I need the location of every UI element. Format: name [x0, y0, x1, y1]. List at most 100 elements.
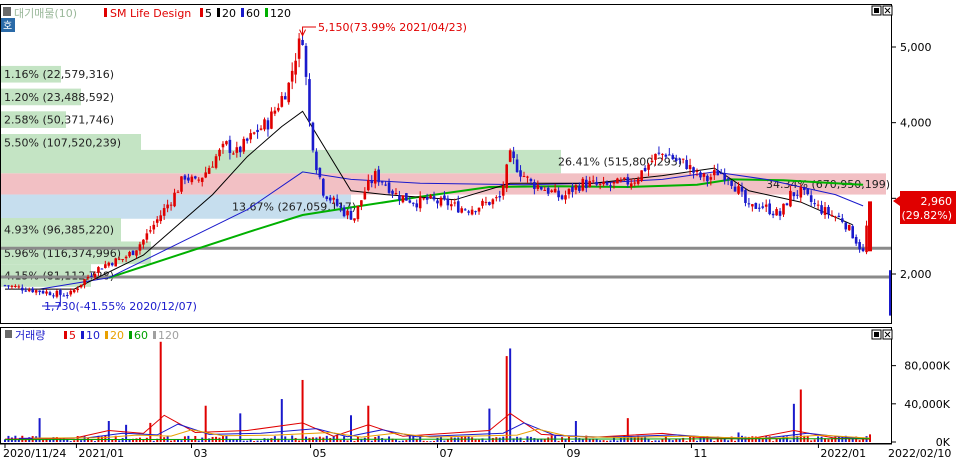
candle-body: [834, 216, 837, 218]
candle-body: [232, 153, 235, 155]
candle-body: [789, 190, 792, 207]
volume-icon: [5, 330, 12, 338]
candle-body: [322, 178, 325, 196]
candle-body: [34, 290, 38, 293]
volume-bar: [616, 440, 619, 442]
candle-body: [7, 285, 10, 287]
candle-body: [816, 204, 820, 206]
volume-bar: [602, 440, 605, 442]
candle-body: [647, 164, 650, 170]
candle-body: [405, 193, 408, 201]
x-tick-label: 2020/11/24: [3, 447, 66, 460]
candle-body: [526, 176, 529, 178]
volume-ma-label: 60: [134, 329, 148, 342]
volume-bar: [197, 440, 200, 442]
ma-legend-label: 120: [270, 7, 291, 20]
volume-bar: [626, 418, 629, 442]
candle-body: [207, 168, 211, 174]
candle-body: [436, 200, 439, 204]
candle-body: [408, 200, 412, 203]
volume-bar: [350, 415, 352, 442]
volume-bar: [287, 440, 290, 442]
volume-bar: [429, 441, 432, 442]
candle-body: [626, 177, 630, 185]
candle-body: [290, 70, 294, 82]
candle-body: [439, 197, 443, 206]
candle-body: [533, 182, 536, 190]
volume-bar: [298, 440, 301, 442]
volume-bar: [523, 441, 525, 442]
volume-bar: [609, 440, 612, 442]
supply-zone-label: 1.16% (22,579,316): [4, 68, 114, 81]
candle-body: [602, 181, 605, 185]
candle-body: [308, 79, 311, 122]
volume-bar: [702, 437, 705, 442]
candle-body: [315, 151, 318, 171]
candle-body: [574, 185, 578, 190]
volume-bar: [353, 440, 356, 442]
candle-body: [609, 185, 612, 187]
ma-legend-marker: [265, 8, 268, 17]
candle-body: [138, 244, 142, 251]
volume-bar: [152, 440, 155, 442]
candle-body: [636, 178, 640, 184]
candle-body: [657, 152, 661, 154]
candle-body: [325, 196, 329, 200]
volume-ma-marker: [105, 331, 108, 339]
candle-body: [702, 173, 706, 177]
volume-bar: [671, 440, 674, 442]
volume-bar: [294, 437, 297, 442]
candle-body: [422, 198, 425, 200]
volume-bar: [177, 439, 179, 442]
candle-body: [62, 295, 66, 297]
candle-body: [643, 167, 647, 172]
candle-body: [578, 185, 581, 191]
candle-body: [799, 186, 803, 198]
candle-body: [456, 201, 460, 213]
ma-legend-label: 5: [205, 7, 212, 20]
candle-body: [259, 128, 263, 130]
supply-zone-label: 4.93% (96,385,220): [4, 224, 114, 237]
candle-body: [162, 208, 166, 216]
candle-body: [470, 209, 474, 215]
volume-bar: [519, 437, 522, 442]
volume-bar: [301, 379, 304, 442]
x-tick-label: 07: [440, 447, 454, 460]
candle-body: [757, 207, 761, 209]
candle-body: [180, 176, 183, 192]
x-tick-label: 03: [193, 447, 207, 460]
volume-bar: [561, 437, 564, 442]
candle-body: [495, 197, 498, 199]
stock-name: SM Life Design: [110, 7, 191, 20]
candle-body: [446, 198, 450, 206]
candle-body: [536, 185, 540, 189]
candle-body: [280, 96, 284, 107]
ma-legend-label: 60: [246, 7, 260, 20]
candle-body: [169, 204, 173, 206]
candle-body: [221, 143, 225, 148]
volume-bar: [329, 437, 332, 442]
candle-body: [737, 186, 740, 194]
volume-bar: [80, 440, 83, 442]
candle-body: [619, 180, 623, 182]
candle-body: [360, 200, 363, 206]
candle-body: [498, 196, 502, 198]
candle-body: [24, 290, 28, 292]
candle-body: [370, 180, 374, 184]
candle-body: [661, 153, 664, 155]
volume-bar: [405, 440, 408, 442]
candle-body: [754, 203, 758, 209]
candle-body: [349, 210, 353, 220]
candle-body: [813, 203, 816, 205]
volume-bar: [170, 440, 173, 442]
candle-body: [796, 194, 799, 196]
candle-body: [335, 198, 339, 206]
volume-ma-marker: [153, 331, 156, 339]
volume-bar: [242, 440, 245, 442]
volume-bar: [256, 440, 259, 442]
candle-body: [481, 200, 484, 206]
candle-body: [166, 204, 169, 209]
x-tick-label: 2021/01: [78, 447, 124, 460]
candle-body: [488, 201, 491, 205]
candle-body: [744, 190, 747, 203]
